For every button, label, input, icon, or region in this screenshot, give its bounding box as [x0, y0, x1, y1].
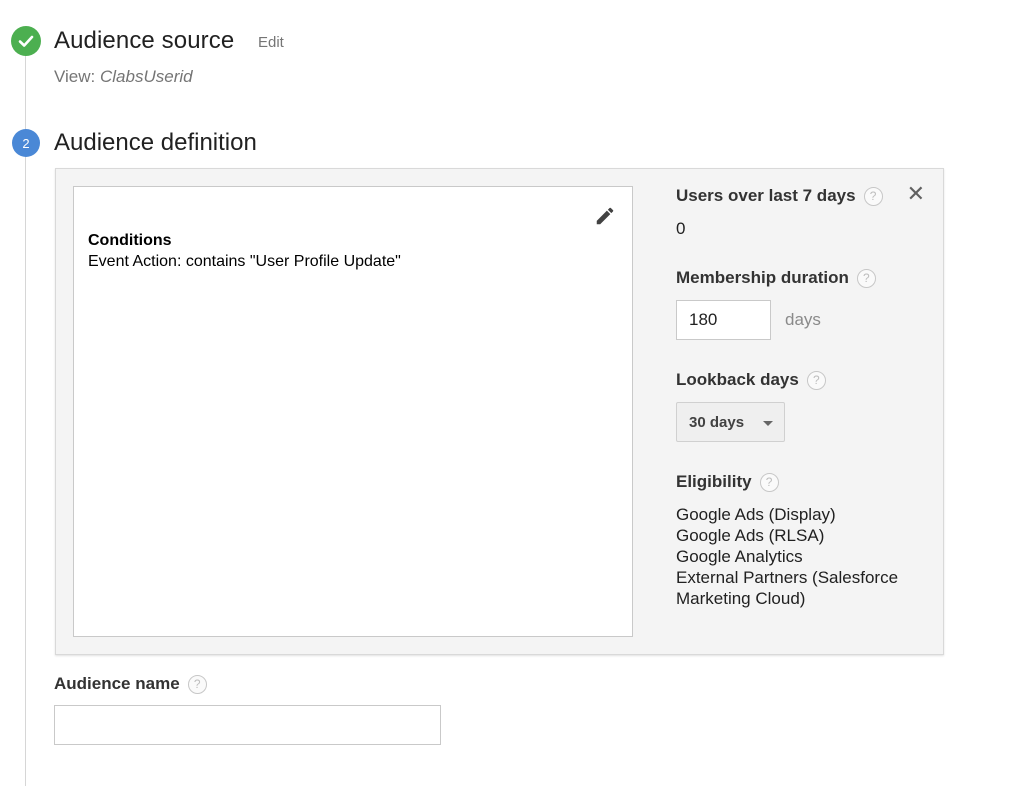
view-info: View: ClabsUserid: [54, 67, 193, 87]
close-icon[interactable]: ✕: [907, 183, 925, 205]
audience-name-label-text: Audience name: [54, 674, 180, 693]
lookback-selected-value: 30 days: [689, 413, 745, 431]
condition-rule: Event Action: contains "User Profile Upd…: [88, 253, 401, 270]
help-icon[interactable]: ?: [863, 186, 883, 206]
lookback-label-text: Lookback days: [676, 370, 799, 389]
audience-definition-title: Audience definition: [54, 129, 257, 156]
membership-label-text: Membership duration: [676, 268, 849, 287]
audience-builder: Audience source Edit View: ClabsUserid 2…: [0, 0, 1024, 786]
eligibility-item: External Partners (Salesforce Marketing …: [676, 568, 899, 608]
edit-pencil-icon[interactable]: [594, 205, 616, 227]
definition-panel: Conditions Event Action: contains "User …: [55, 168, 944, 655]
help-icon[interactable]: ?: [806, 370, 826, 390]
eligibility-item: Google Ads (RLSA): [676, 526, 825, 545]
eligibility-list: Google Ads (Display) Google Ads (RLSA) G…: [676, 504, 944, 609]
lookback-days-select[interactable]: 30 days: [676, 402, 785, 442]
audience-name-input[interactable]: [54, 705, 441, 745]
help-icon[interactable]: ?: [187, 674, 207, 694]
membership-unit: days: [785, 310, 821, 329]
dropdown-caret-icon: [763, 421, 773, 426]
eligibility-label-text: Eligibility: [676, 472, 752, 491]
eligibility-item: Google Analytics: [676, 547, 803, 566]
help-icon[interactable]: ?: [759, 472, 779, 492]
view-value: ClabsUserid: [100, 67, 193, 86]
conditions-box[interactable]: Conditions Event Action: contains "User …: [73, 186, 633, 637]
membership-label: Membership duration ?: [676, 268, 876, 288]
users-label: Users over last 7 days ?: [676, 186, 883, 206]
eligibility-item: Google Ads (Display): [676, 505, 836, 524]
membership-duration-input[interactable]: [676, 300, 771, 340]
completed-check-icon: [11, 26, 41, 56]
users-count: 0: [676, 219, 686, 238]
audience-source-title: Audience source: [54, 27, 235, 54]
users-label-text: Users over last 7 days: [676, 186, 856, 205]
view-prefix: View:: [54, 67, 100, 86]
eligibility-label: Eligibility ?: [676, 472, 779, 492]
conditions-heading: Conditions: [88, 232, 172, 249]
step-number-badge: 2: [12, 129, 40, 157]
help-icon[interactable]: ?: [856, 268, 876, 288]
lookback-label: Lookback days ?: [676, 370, 826, 390]
audience-name-label: Audience name ?: [54, 674, 207, 694]
audience-settings: ✕ Users over last 7 days ? 0 Membership …: [676, 169, 944, 655]
edit-source-link[interactable]: Edit: [258, 34, 284, 51]
